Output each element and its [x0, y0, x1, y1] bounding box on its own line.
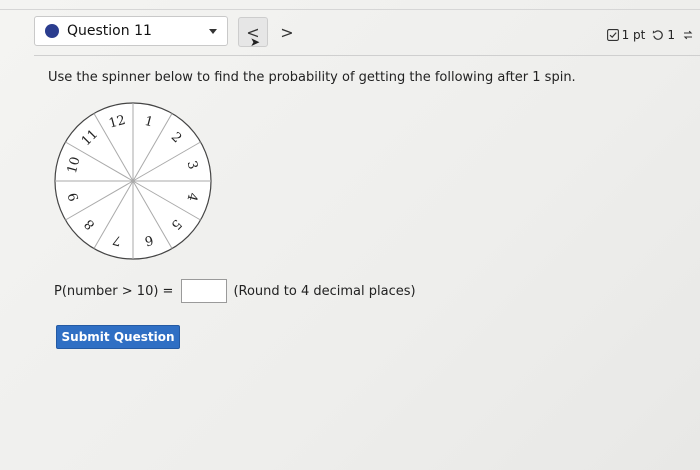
next-question-button[interactable]: >: [272, 17, 302, 47]
round-note: (Round to 4 decimal places): [233, 283, 416, 299]
next-chevron-icon: >: [280, 22, 294, 42]
submit-question-button[interactable]: Submit Question: [56, 325, 180, 349]
status-dot-icon: [45, 24, 59, 38]
question-meta: 1 pt 1: [606, 28, 694, 42]
retries-count: 1: [667, 28, 675, 42]
refresh-icon: [682, 29, 694, 41]
question-prompt: Use the spinner below to find the probab…: [48, 70, 576, 85]
answer-label: P(number > 10) =: [54, 283, 174, 299]
points-text: 1 pt: [621, 28, 646, 42]
question-label: Question 11: [67, 23, 152, 39]
caret-down-icon: [209, 29, 217, 34]
checkbox-icon: [606, 29, 619, 41]
answer-input[interactable]: [181, 279, 228, 303]
answer-row: P(number > 10) = (Round to 4 decimal pla…: [54, 278, 416, 304]
retry-icon: [652, 29, 664, 41]
spinner-figure: 123456789101112: [54, 102, 212, 260]
top-divider: [0, 9, 700, 10]
mouse-cursor-icon: ➤: [250, 35, 261, 49]
question-dropdown[interactable]: Question 11: [34, 16, 228, 46]
header-divider: [34, 55, 700, 56]
